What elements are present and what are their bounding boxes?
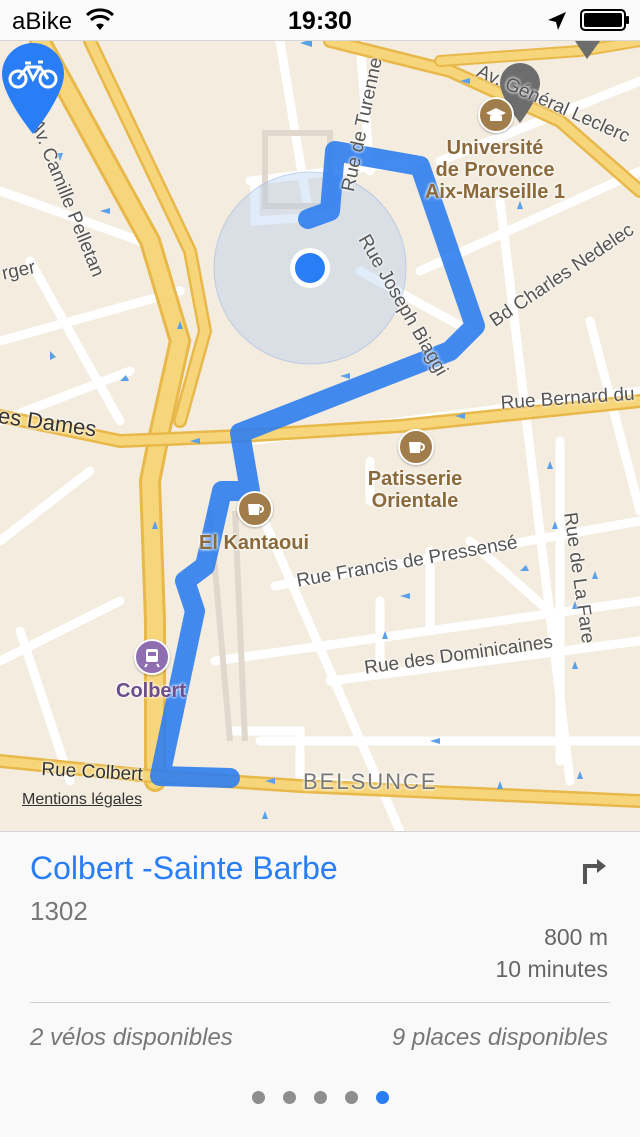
poi-university-label: Université de Provence Aix-Marseille 1 (424, 137, 566, 203)
page-dot[interactable] (344, 1091, 358, 1104)
page-dot[interactable] (375, 1091, 389, 1104)
station-code: 1302 (30, 896, 88, 926)
page-dot[interactable] (282, 1091, 296, 1104)
status-bar: aBike 19:30 (0, 0, 640, 41)
status-time: 19:30 (288, 7, 352, 35)
bike-station-pin[interactable] (0, 41, 66, 137)
bikes-available: 2 vélos disponibles (30, 1024, 233, 1051)
page-dot[interactable] (313, 1091, 327, 1104)
map-view[interactable]: Av. Camille Pelletan Rue de Turenne Av. … (0, 41, 640, 831)
station-name: Colbert -Sainte Barbe (30, 850, 338, 886)
poi-colbert-label: Colbert (116, 680, 186, 702)
cafe-icon[interactable] (237, 491, 273, 527)
page-indicator[interactable] (0, 1091, 640, 1109)
places-available: 9 places disponibles (391, 1024, 608, 1051)
cafe-icon[interactable] (398, 429, 434, 465)
legal-mentions-link[interactable]: Mentions légales (22, 791, 142, 809)
metro-station-icon[interactable] (134, 639, 170, 675)
station-distance: 800 m (544, 924, 608, 950)
poi-patisserie-label: Patisserie Orientale (367, 468, 463, 512)
district-label: BELSUNCE (303, 769, 438, 794)
battery-icon (580, 9, 629, 31)
poi-kantaoui-label: El Kantaoui (199, 532, 310, 554)
location-arrow-icon (548, 12, 566, 30)
station-duration: 10 minutes (495, 956, 608, 982)
card-divider (30, 1002, 610, 1003)
university-icon[interactable] (478, 97, 514, 133)
turn-right-icon[interactable] (580, 856, 608, 886)
page-dot[interactable] (251, 1091, 265, 1104)
